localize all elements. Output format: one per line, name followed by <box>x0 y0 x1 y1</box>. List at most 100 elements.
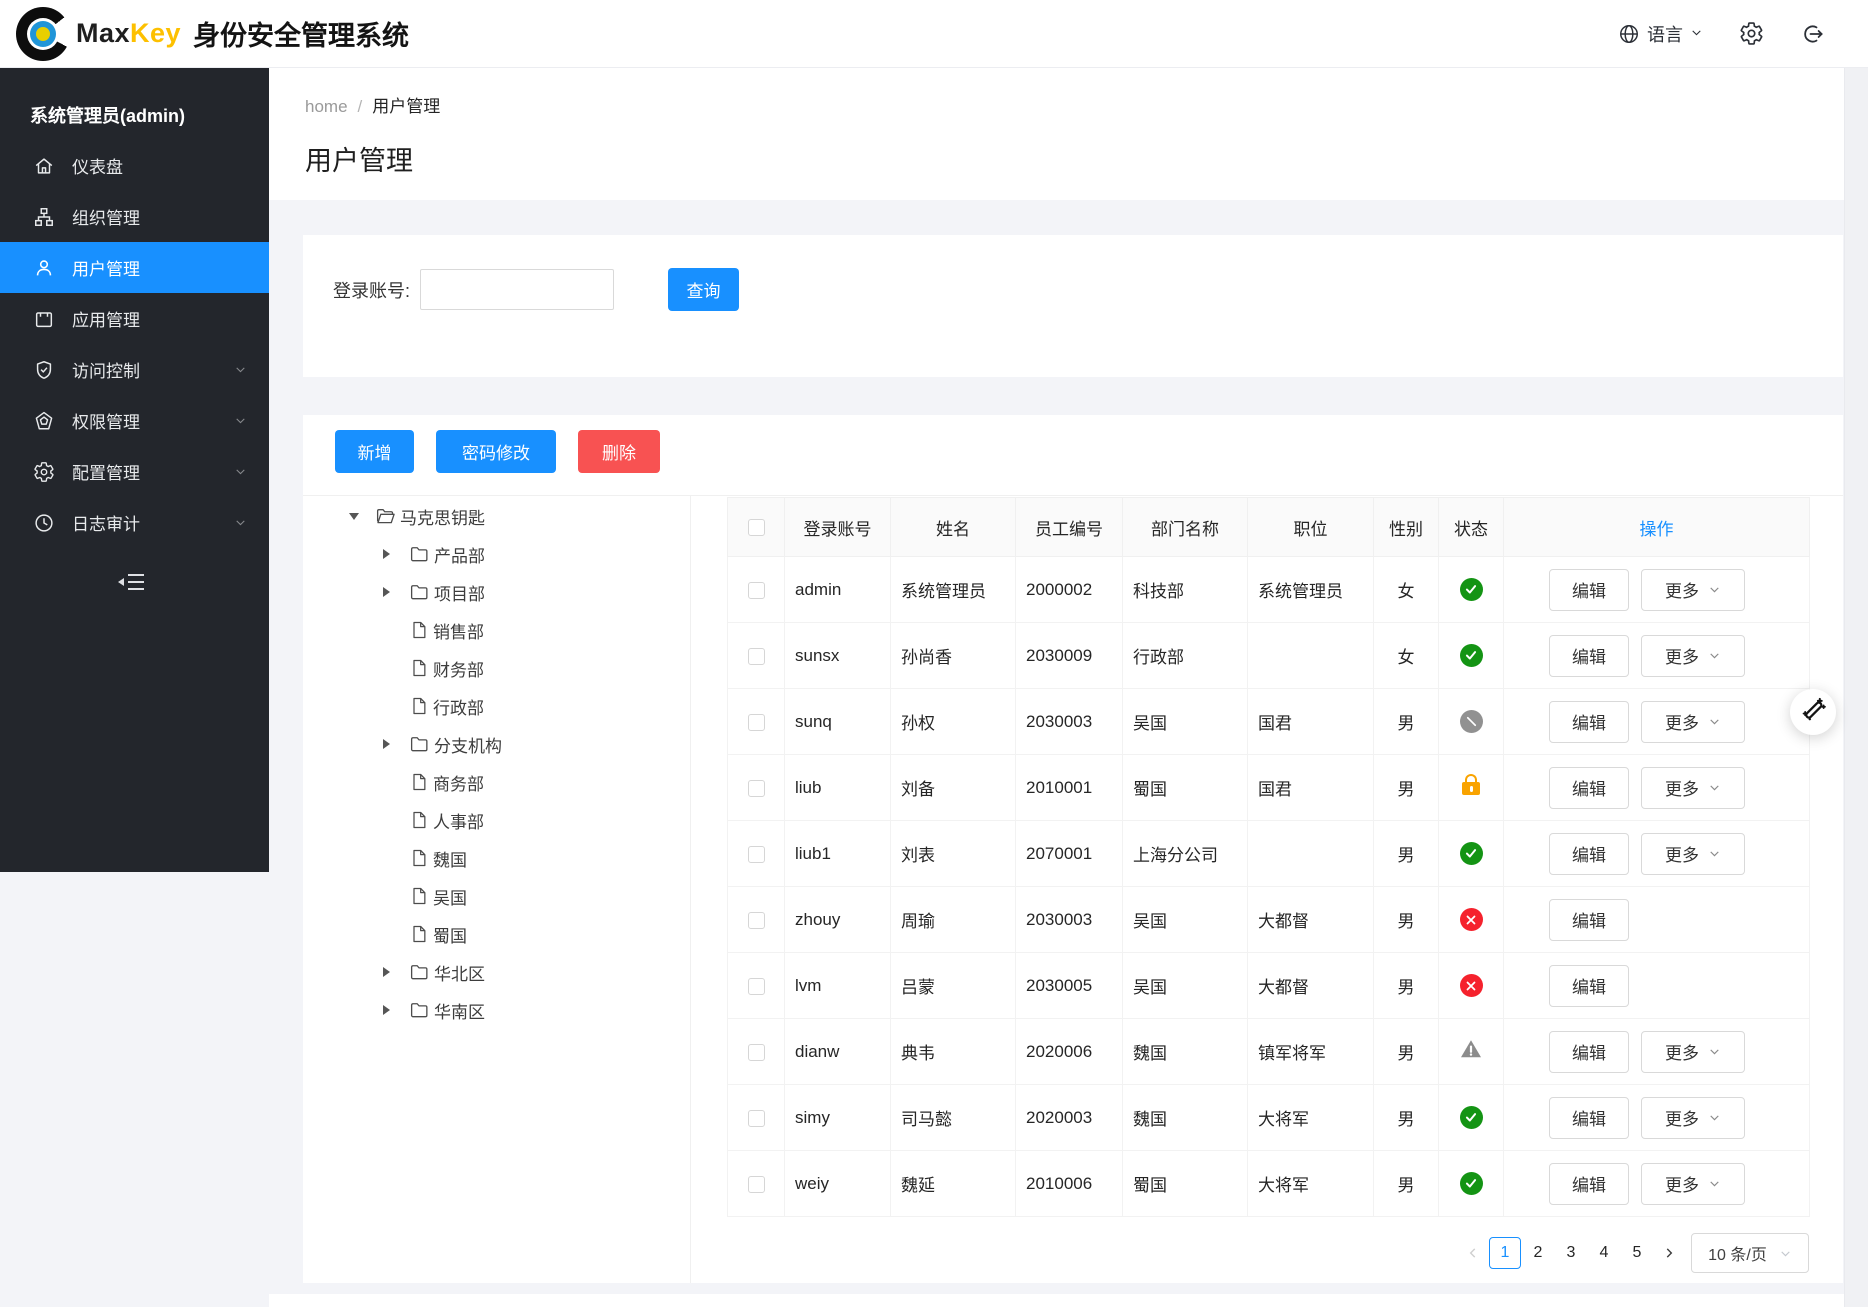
tree-node[interactable]: 华北区 <box>303 953 690 991</box>
edit-button[interactable]: 编辑 <box>1549 701 1629 743</box>
more-button[interactable]: 更多 <box>1641 701 1745 743</box>
tree-expand-icon[interactable] <box>349 513 375 520</box>
tree-node[interactable]: 财务部 <box>303 649 690 687</box>
select-all-checkbox[interactable] <box>748 519 765 536</box>
sidebar-item-gear[interactable]: 配置管理 <box>0 446 269 497</box>
row-checkbox[interactable] <box>748 1044 765 1061</box>
add-button[interactable]: 新增 <box>335 430 414 473</box>
tree-collapse-icon[interactable] <box>383 1005 409 1015</box>
language-switcher[interactable]: 语言 <box>1618 21 1703 47</box>
tree-node[interactable]: 商务部 <box>303 763 690 801</box>
tree-node[interactable]: 销售部 <box>303 611 690 649</box>
sidebar-item-shield[interactable]: 访问控制 <box>0 344 269 395</box>
cell-account: simy <box>785 1085 891 1151</box>
tree-collapse-icon[interactable] <box>383 549 409 559</box>
cell-position: 国君 <box>1248 689 1374 755</box>
tree-node[interactable]: 华南区 <box>303 991 690 1029</box>
page-size-select[interactable]: 10 条/页 <box>1691 1233 1809 1273</box>
logout-icon[interactable] <box>1800 22 1824 46</box>
edit-button[interactable]: 编辑 <box>1549 899 1629 941</box>
cell-select <box>728 1085 785 1151</box>
col-header-department: 部门名称 <box>1123 498 1248 557</box>
sidebar-item-clock[interactable]: 日志审计 <box>0 497 269 548</box>
pagination-page-2[interactable]: 2 <box>1522 1237 1554 1269</box>
row-checkbox[interactable] <box>748 1176 765 1193</box>
pagination-prev-icon[interactable] <box>1458 1237 1488 1269</box>
folder-icon <box>409 544 430 565</box>
more-button[interactable]: 更多 <box>1641 1097 1745 1139</box>
page-scrollbar[interactable] <box>1844 68 1868 1307</box>
tree-node[interactable]: 产品部 <box>303 535 690 573</box>
pagination-page-5[interactable]: 5 <box>1621 1237 1653 1269</box>
edit-button[interactable]: 编辑 <box>1549 1031 1629 1073</box>
dashboard-icon <box>33 155 55 177</box>
more-button[interactable]: 更多 <box>1641 1031 1745 1073</box>
pagination-next-icon[interactable] <box>1654 1237 1684 1269</box>
row-checkbox[interactable] <box>748 912 765 929</box>
pagination-page-3[interactable]: 3 <box>1555 1237 1587 1269</box>
cell-employee-no: 2030003 <box>1016 689 1123 755</box>
more-button[interactable]: 更多 <box>1641 569 1745 611</box>
edit-button[interactable]: 编辑 <box>1549 1097 1629 1139</box>
tree-node[interactable]: 项目部 <box>303 573 690 611</box>
cell-employee-no: 2070001 <box>1016 821 1123 887</box>
edit-button[interactable]: 编辑 <box>1549 767 1629 809</box>
cell-actions: 编辑更多 <box>1504 689 1810 755</box>
breadcrumb-home[interactable]: home <box>305 97 348 116</box>
cell-gender: 女 <box>1374 623 1439 689</box>
pagination-page-4[interactable]: 4 <box>1588 1237 1620 1269</box>
sidebar-collapse-icon[interactable] <box>116 570 146 594</box>
row-checkbox[interactable] <box>748 648 765 665</box>
row-checkbox[interactable] <box>748 582 765 599</box>
row-checkbox[interactable] <box>748 978 765 995</box>
tree-collapse-icon[interactable] <box>383 967 409 977</box>
tree-node[interactable]: 马克思钥匙 <box>303 497 690 535</box>
cell-position: 系统管理员 <box>1248 557 1374 623</box>
edit-button[interactable]: 编辑 <box>1549 965 1629 1007</box>
row-checkbox[interactable] <box>748 714 765 731</box>
tree-node[interactable]: 分支机构 <box>303 725 690 763</box>
doc-icon <box>409 658 429 678</box>
tree-node[interactable]: 蜀国 <box>303 915 690 953</box>
tree-collapse-icon[interactable] <box>383 587 409 597</box>
login-account-input[interactable] <box>420 269 614 310</box>
cell-department: 蜀国 <box>1123 1151 1248 1217</box>
doc-icon <box>409 886 429 906</box>
sidebar-item-label: 日志审计 <box>72 510 140 535</box>
delete-button[interactable]: 删除 <box>578 430 660 473</box>
tree-collapse-icon[interactable] <box>383 739 409 749</box>
more-button[interactable]: 更多 <box>1641 635 1745 677</box>
query-button[interactable]: 查询 <box>668 268 739 311</box>
edit-button[interactable]: 编辑 <box>1549 569 1629 611</box>
edit-button[interactable]: 编辑 <box>1549 1163 1629 1205</box>
sidebar-item-dashboard[interactable]: 仪表盘 <box>0 140 269 191</box>
tree-node[interactable]: 吴国 <box>303 877 690 915</box>
edit-button[interactable]: 编辑 <box>1549 833 1629 875</box>
folder-icon <box>409 734 430 755</box>
cell-position: 大都督 <box>1248 887 1374 953</box>
sidebar-item-org[interactable]: 组织管理 <box>0 191 269 242</box>
cell-gender: 男 <box>1374 1151 1439 1217</box>
magic-wand-floating-button[interactable] <box>1790 689 1836 735</box>
row-checkbox[interactable] <box>748 780 765 797</box>
permission-icon <box>33 410 55 432</box>
sidebar-item-app[interactable]: 应用管理 <box>0 293 269 344</box>
more-button[interactable]: 更多 <box>1641 833 1745 875</box>
row-checkbox[interactable] <box>748 846 765 863</box>
settings-gear-icon[interactable] <box>1739 21 1764 46</box>
tree-node[interactable]: 魏国 <box>303 839 690 877</box>
cell-employee-no: 2020003 <box>1016 1085 1123 1151</box>
row-checkbox[interactable] <box>748 1110 765 1127</box>
edit-button[interactable]: 编辑 <box>1549 635 1629 677</box>
tree-node[interactable]: 人事部 <box>303 801 690 839</box>
sidebar-item-permission[interactable]: 权限管理 <box>0 395 269 446</box>
doc-icon <box>409 810 429 830</box>
pagination-page-1[interactable]: 1 <box>1489 1237 1521 1269</box>
sidebar-item-user[interactable]: 用户管理 <box>0 242 269 293</box>
tree-node[interactable]: 行政部 <box>303 687 690 725</box>
org-icon <box>33 206 55 228</box>
more-button[interactable]: 更多 <box>1641 767 1745 809</box>
more-button[interactable]: 更多 <box>1641 1163 1745 1205</box>
cell-name: 魏延 <box>891 1151 1016 1217</box>
change-password-button[interactable]: 密码修改 <box>436 430 556 473</box>
